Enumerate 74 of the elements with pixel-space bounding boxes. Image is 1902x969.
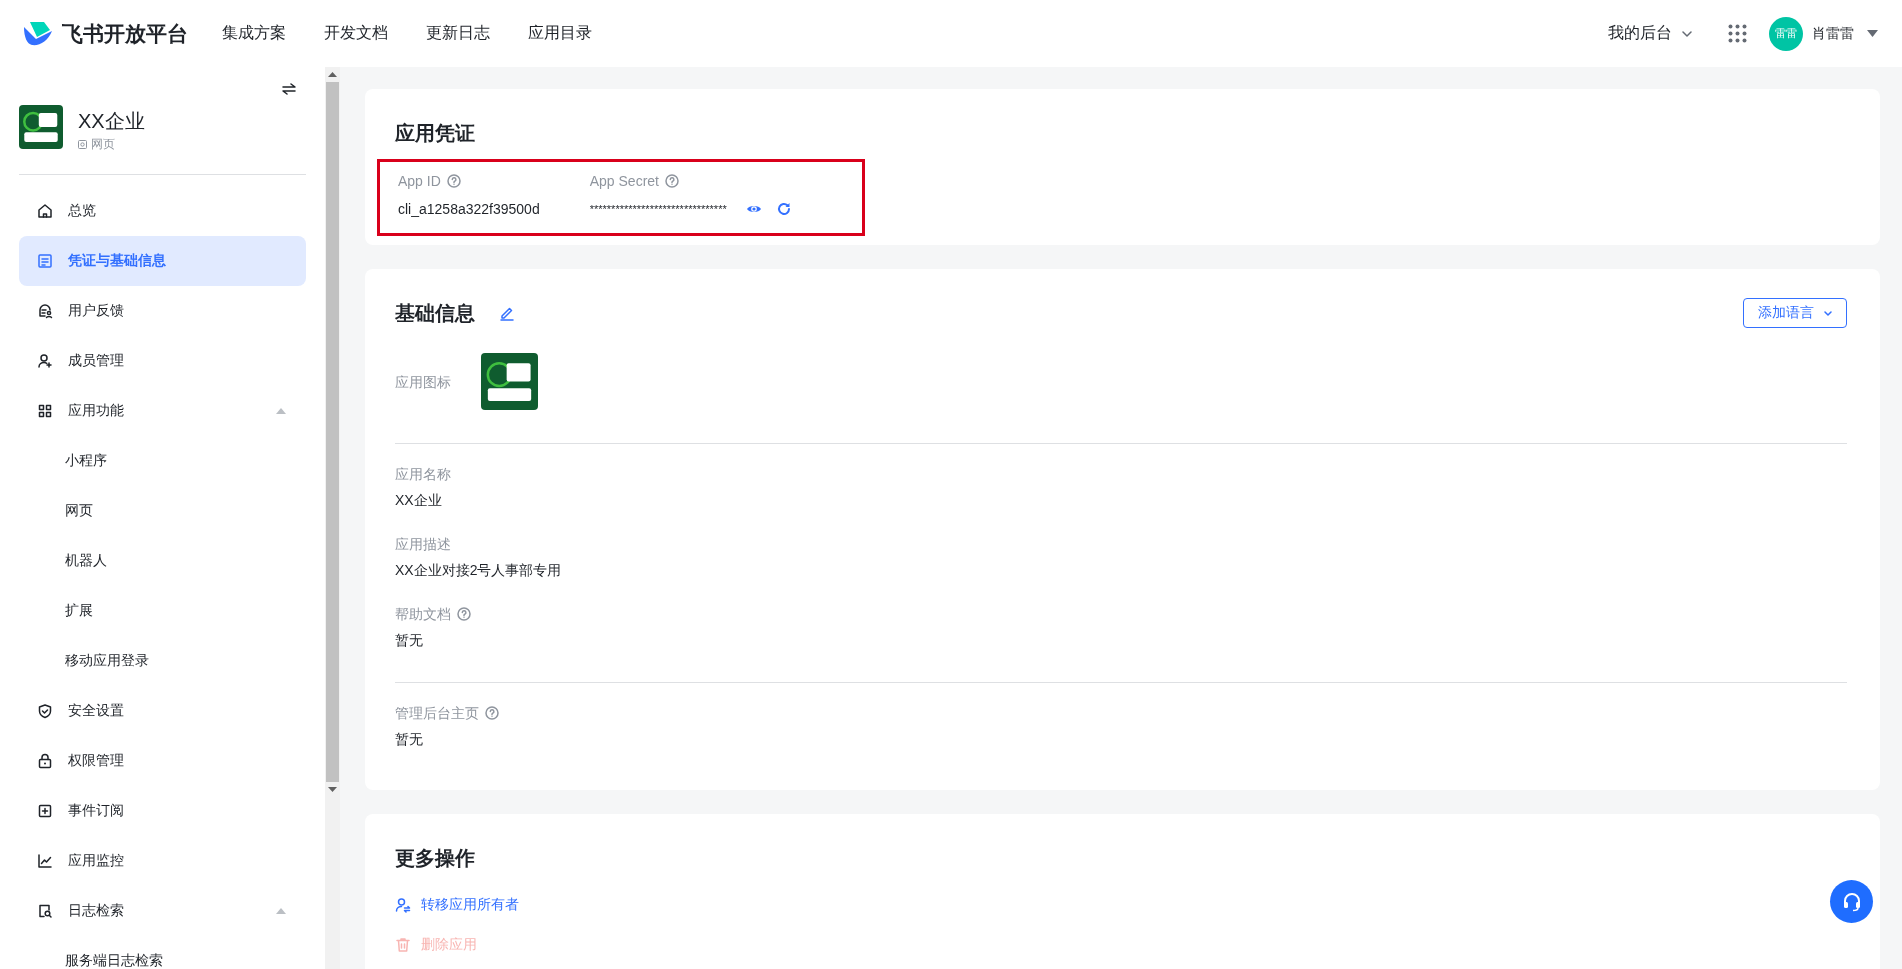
field-label: 管理后台主页 [395,704,479,723]
sidebar-item[interactable]: 日志检索 [19,886,306,936]
caret-down-icon[interactable] [1867,30,1878,37]
app-grid-icon[interactable] [1728,24,1747,43]
chevron-down-icon [1682,30,1692,37]
sidebar-item[interactable]: 安全设置 [19,686,306,736]
field-label: 应用名称 [395,465,451,484]
list-icon [37,253,53,269]
app-logo-drawing [19,105,63,149]
brand-title[interactable]: 飞书开放平台 [62,19,188,48]
user-swap-icon [395,897,411,913]
scroll-down-icon [328,787,337,792]
webpage-icon [78,140,87,149]
scrollbar-thumb[interactable] [326,82,339,782]
sidebar-item[interactable]: 事件订阅 [19,786,306,836]
grid-icon [37,403,53,419]
app-logo-drawing [481,353,538,410]
field-value: XX企业 [395,491,443,510]
sidebar-item[interactable]: 凭证与基础信息 [19,236,306,286]
help-icon [446,174,461,188]
field-value: 暂无 [395,730,424,749]
field-label: 应用描述 [395,535,451,554]
section-title: 基础信息 [395,301,475,326]
scrollbar[interactable] [325,67,340,969]
sidebar-subitem[interactable]: 移动应用登录 [19,636,306,686]
sidebar-item[interactable]: 应用功能 [19,386,306,436]
plus-square-icon [37,803,53,819]
sidebar-item[interactable]: 总览 [19,186,306,236]
nav-link[interactable]: 更新日志 [426,23,490,44]
scroll-up-icon [328,72,337,77]
field-label: 帮助文档 [395,605,451,624]
sidebar-subitem[interactable]: 服务端日志检索 [19,936,306,969]
secret-value: ******************************** [589,202,727,217]
sidebar-subitem[interactable]: 机器人 [19,536,306,586]
sidebar-item[interactable]: 权限管理 [19,736,306,786]
nav-link[interactable]: 应用目录 [528,23,592,44]
field-label: 应用图标 [395,372,451,392]
bird-logo-icon [22,20,54,47]
sidebar-subitem[interactable]: 网页 [19,486,306,536]
shield-icon [37,703,53,719]
help-icon [664,174,679,188]
nav-link[interactable]: 集成方案 [222,23,286,44]
user-add-icon [37,353,53,369]
field-value: XX企业对接2号人事部专用 [395,561,563,580]
sidebar-item[interactable]: 应用监控 [19,836,306,886]
trash-icon [395,937,411,953]
log-search-icon [37,903,53,919]
field-value: 暂无 [395,631,424,650]
app-id-value: cli_a1258a322f39500d [398,200,540,219]
collapse-sidebar-icon[interactable] [282,83,296,95]
app-type: 网页 [91,136,115,153]
sidebar-item[interactable]: 用户反馈 [19,286,306,336]
edit-icon[interactable] [499,305,515,321]
line-chart-icon [37,853,53,869]
sidebar-subitem[interactable]: 小程序 [19,436,306,486]
field-label: App ID [398,172,441,191]
field-label: App Secret [589,172,659,191]
chevron-down-icon [1824,310,1832,316]
refresh-icon[interactable] [776,202,791,216]
lock-icon [37,753,53,769]
section-title: 应用凭证 [395,121,476,146]
console-dropdown[interactable]: 我的后台 [1608,23,1692,44]
sidebar-subitem[interactable]: 扩展 [19,586,306,636]
add-language-button[interactable]: 添加语言 [1743,298,1847,328]
section-title: 更多操作 [395,846,476,871]
app-name: XX企业 [78,109,145,133]
nav-link[interactable]: 开发文档 [324,23,388,44]
eye-icon[interactable] [745,203,762,215]
headset-icon [1841,891,1862,912]
feedback-icon [37,303,53,319]
user-name[interactable]: 肖雷雷 [1812,24,1854,43]
sidebar-item[interactable]: 成员管理 [19,336,306,386]
home-icon [37,203,53,219]
transfer-owner-link[interactable]: 转移应用所有者 [395,896,519,914]
